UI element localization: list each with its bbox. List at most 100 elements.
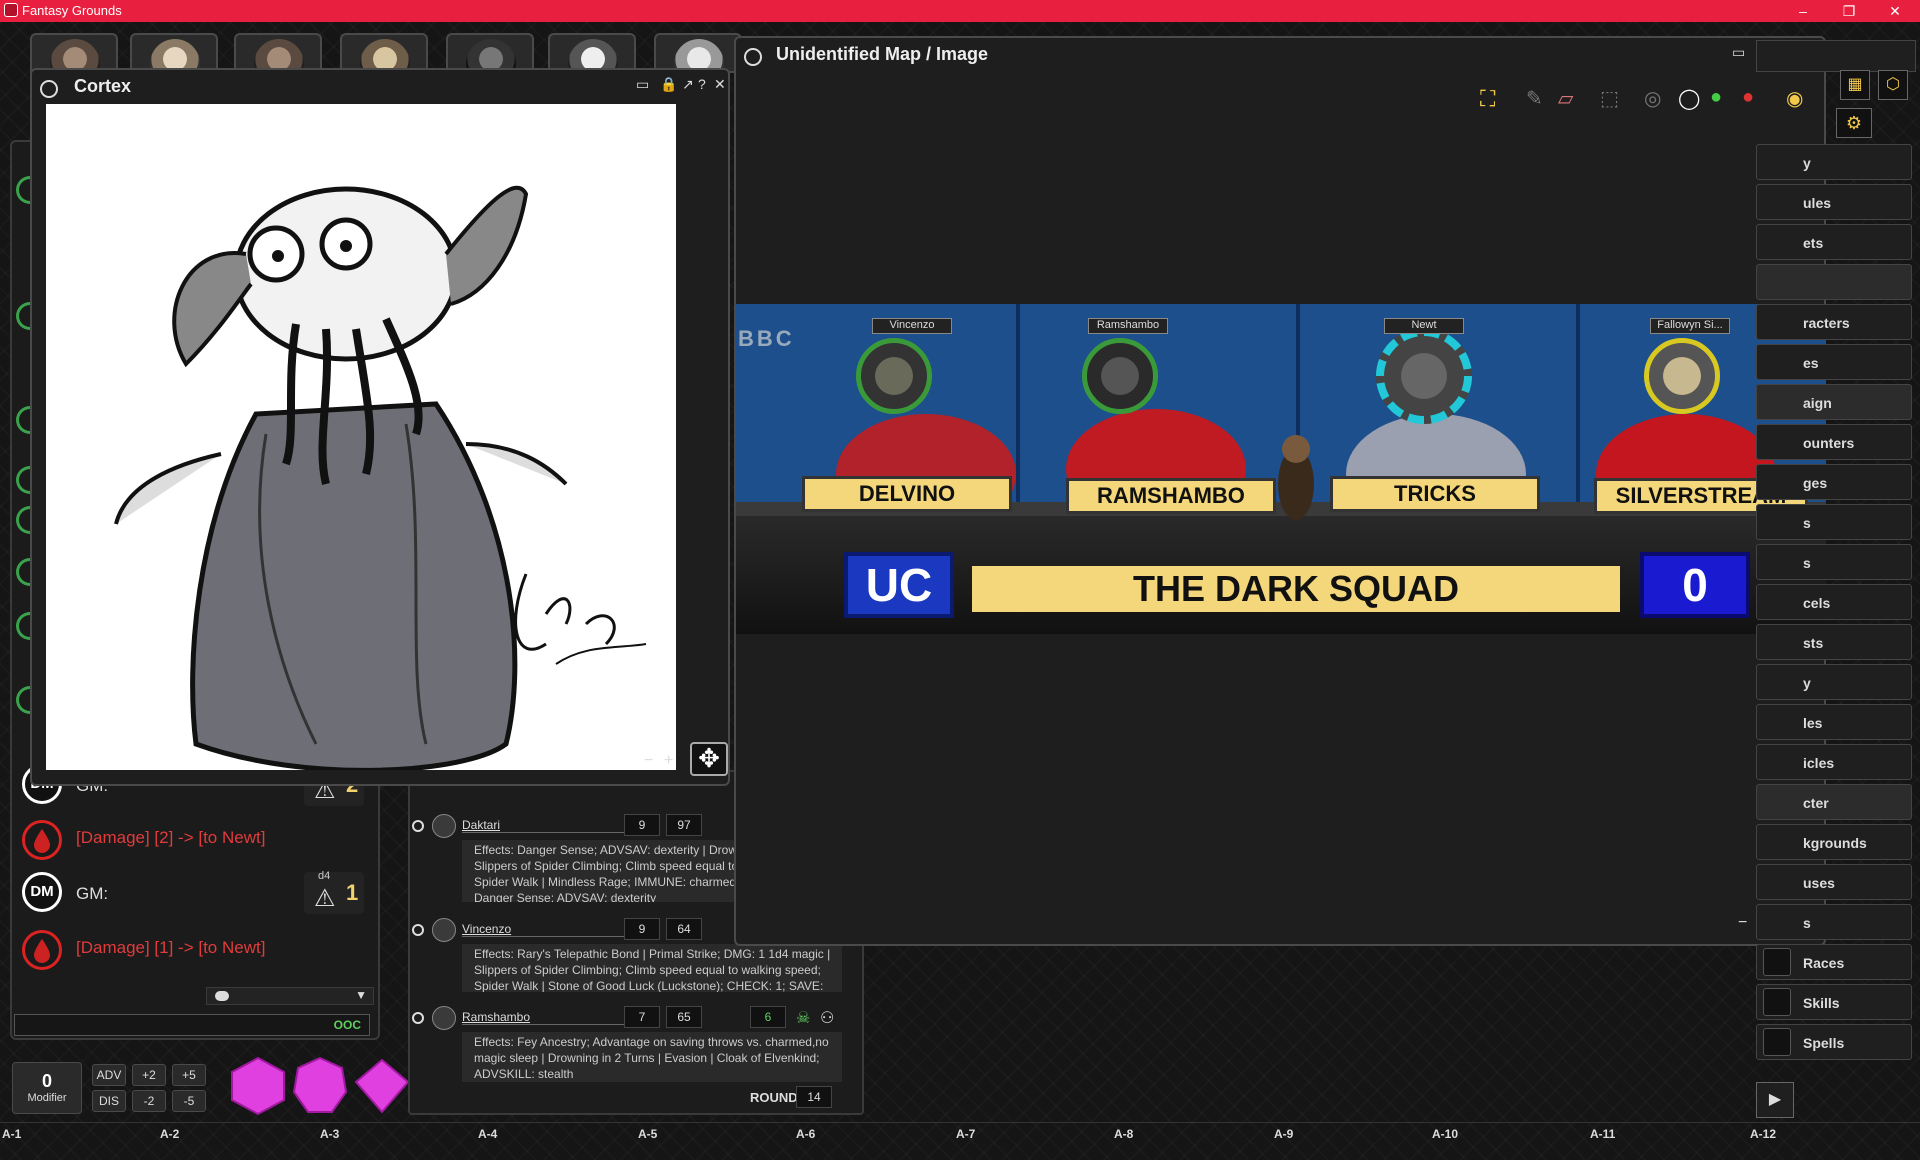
sidebar-item-character[interactable]: cter — [1756, 784, 1912, 820]
move-icon[interactable]: ✥ — [690, 742, 728, 776]
ooc-toggle[interactable]: OOC — [334, 1018, 361, 1032]
ct-active-radio[interactable] — [412, 820, 424, 832]
minimize-icon[interactable]: ▭ — [1732, 44, 1745, 61]
sidebar-item-backgrounds[interactable]: kgrounds — [1756, 824, 1912, 860]
fullscreen-icon[interactable]: ⛶ — [1480, 86, 1506, 112]
ct-initiative[interactable]: 9 — [624, 814, 660, 836]
die-icon[interactable]: ⬡ — [1878, 70, 1908, 100]
ct-name[interactable]: Daktari — [462, 818, 632, 833]
d12-die[interactable]: 12 — [292, 1056, 387, 1116]
sidebar-item-feats[interactable]: s — [1756, 904, 1912, 940]
visibility-icon[interactable]: ◉ — [1786, 86, 1812, 112]
d20-die[interactable]: 20 — [230, 1056, 325, 1116]
minus5-button[interactable]: -5 — [172, 1090, 206, 1112]
zoom-out-icon[interactable]: − — [1738, 914, 1747, 932]
friendly-icon[interactable]: ● — [1710, 86, 1736, 112]
circle-icon[interactable]: ◯ — [1678, 86, 1704, 112]
close-icon[interactable]: ✕ — [714, 76, 726, 93]
sidebar-item-notes[interactable]: es — [1756, 344, 1912, 380]
map-window[interactable]: Unidentified Map / Image ▭ 🔒 ↗ ? ✕ ⛶ ✎ ▱… — [734, 36, 1826, 946]
sidebar-item-classes[interactable]: uses — [1756, 864, 1912, 900]
skull-icon[interactable]: ☠ — [796, 1008, 810, 1028]
ct-hp[interactable]: 64 — [666, 918, 702, 940]
minimize-icon[interactable]: ▭ — [636, 76, 649, 93]
lock-icon[interactable]: 🔒 — [660, 76, 677, 93]
sidebar-item-encounters[interactable]: ounters — [1756, 424, 1912, 460]
eraser-icon[interactable]: ▱ — [1558, 86, 1584, 112]
window-header[interactable]: Cortex ▭ 🔒 ↗ ? ✕ — [32, 70, 728, 104]
token-fallowyn[interactable] — [1644, 338, 1720, 414]
popout-icon[interactable]: ↗ — [682, 76, 694, 93]
sidebar-item-rules[interactable]: ules — [1756, 184, 1912, 220]
d10-die[interactable]: 10 — [354, 1056, 449, 1116]
ct-active-radio[interactable] — [412, 924, 424, 936]
chat-input[interactable]: OOC — [14, 1014, 370, 1036]
ct-initiative[interactable]: 7 — [624, 1006, 660, 1028]
sidebar-item[interactable]: y — [1756, 144, 1912, 180]
sidebar-item[interactable] — [1756, 264, 1912, 300]
ct-name[interactable]: Ramshambo — [462, 1010, 632, 1025]
party-portrait[interactable] — [234, 33, 322, 73]
add-person-icon[interactable]: ⚇ — [820, 1008, 834, 1028]
ct-effects: Effects: Fey Ancestry; Advantage on savi… — [462, 1032, 842, 1082]
zoom-out-icon[interactable]: − — [644, 752, 653, 770]
sidebar-item-skills[interactable]: Skills — [1756, 984, 1912, 1020]
sidebar-item-races[interactable]: Races — [1756, 944, 1912, 980]
calendar-icon[interactable]: ▦ — [1840, 70, 1870, 100]
cortex-window[interactable]: Cortex ▭ 🔒 ↗ ? ✕ − + — [30, 68, 730, 786]
sidebar-item-quests[interactable]: sts — [1756, 624, 1912, 660]
party-portrait[interactable] — [340, 33, 428, 73]
ct-token[interactable] — [432, 814, 456, 838]
sidebar-item-assets[interactable]: ets — [1756, 224, 1912, 260]
sidebar-item-items[interactable]: s — [1756, 504, 1912, 540]
ct-temp[interactable]: 6 — [750, 1006, 786, 1028]
ct-token[interactable] — [432, 1006, 456, 1030]
pencil-icon[interactable]: ✎ — [1526, 86, 1552, 112]
chat-mode-select[interactable]: ▼ — [206, 987, 374, 1005]
select-icon[interactable]: ⬚ — [1600, 86, 1626, 112]
ct-active-radio[interactable] — [412, 1012, 424, 1024]
gear-icon[interactable]: ⚙ — [1836, 108, 1872, 138]
party-portrait[interactable] — [548, 33, 636, 73]
play-icon[interactable]: ▶ — [1756, 1082, 1794, 1118]
modifier-box[interactable]: 0 Modifier — [12, 1062, 82, 1114]
map-image[interactable]: BBC DELVINO RAMSHAMBO TRICKS SILVERSTREA… — [736, 304, 1826, 634]
link-icon[interactable] — [40, 80, 58, 98]
ct-hp[interactable]: 97 — [666, 814, 702, 836]
link-icon[interactable] — [744, 48, 762, 66]
round-value[interactable]: 14 — [796, 1086, 832, 1108]
sidebar-item-vehicles[interactable]: icles — [1756, 744, 1912, 780]
restore-button[interactable]: ❐ — [1826, 0, 1872, 22]
party-portrait[interactable] — [446, 33, 534, 73]
party-portrait[interactable] — [654, 33, 742, 73]
sidebar-item-spells[interactable]: Spells — [1756, 1024, 1912, 1060]
plus5-button[interactable]: +5 — [172, 1064, 206, 1086]
adv-button[interactable]: ADV — [92, 1064, 126, 1086]
close-button[interactable]: ✕ — [1872, 0, 1918, 22]
dis-button[interactable]: DIS — [92, 1090, 126, 1112]
ct-initiative[interactable]: 9 — [624, 918, 660, 940]
token-ramshambo[interactable] — [1082, 338, 1158, 414]
sidebar-item-parcels[interactable]: cels — [1756, 584, 1912, 620]
ct-name[interactable]: Vincenzo — [462, 922, 632, 937]
sidebar-item-story[interactable]: y — [1756, 664, 1912, 700]
sidebar-item-campaign[interactable]: aign — [1756, 384, 1912, 420]
minus2-button[interactable]: -2 — [132, 1090, 166, 1112]
enemy-icon[interactable]: ● — [1742, 86, 1768, 112]
sidebar-item-tables[interactable]: les — [1756, 704, 1912, 740]
token-newt[interactable] — [1376, 328, 1472, 424]
help-icon[interactable]: ? — [698, 76, 706, 92]
window-header[interactable]: Unidentified Map / Image ▭ 🔒 ↗ ? ✕ — [736, 38, 1826, 72]
party-portrait[interactable] — [130, 33, 218, 73]
sidebar-item-npcs[interactable]: s — [1756, 544, 1912, 580]
ct-token[interactable] — [432, 918, 456, 942]
token-vincenzo[interactable] — [856, 338, 932, 414]
party-portrait[interactable] — [30, 33, 118, 73]
minimize-button[interactable]: – — [1780, 0, 1826, 22]
target-icon[interactable]: ◎ — [1644, 86, 1670, 112]
zoom-in-icon[interactable]: + — [664, 752, 673, 770]
ct-hp[interactable]: 65 — [666, 1006, 702, 1028]
sidebar-item-characters[interactable]: racters — [1756, 304, 1912, 340]
sidebar-item-images[interactable]: ges — [1756, 464, 1912, 500]
plus2-button[interactable]: +2 — [132, 1064, 166, 1086]
